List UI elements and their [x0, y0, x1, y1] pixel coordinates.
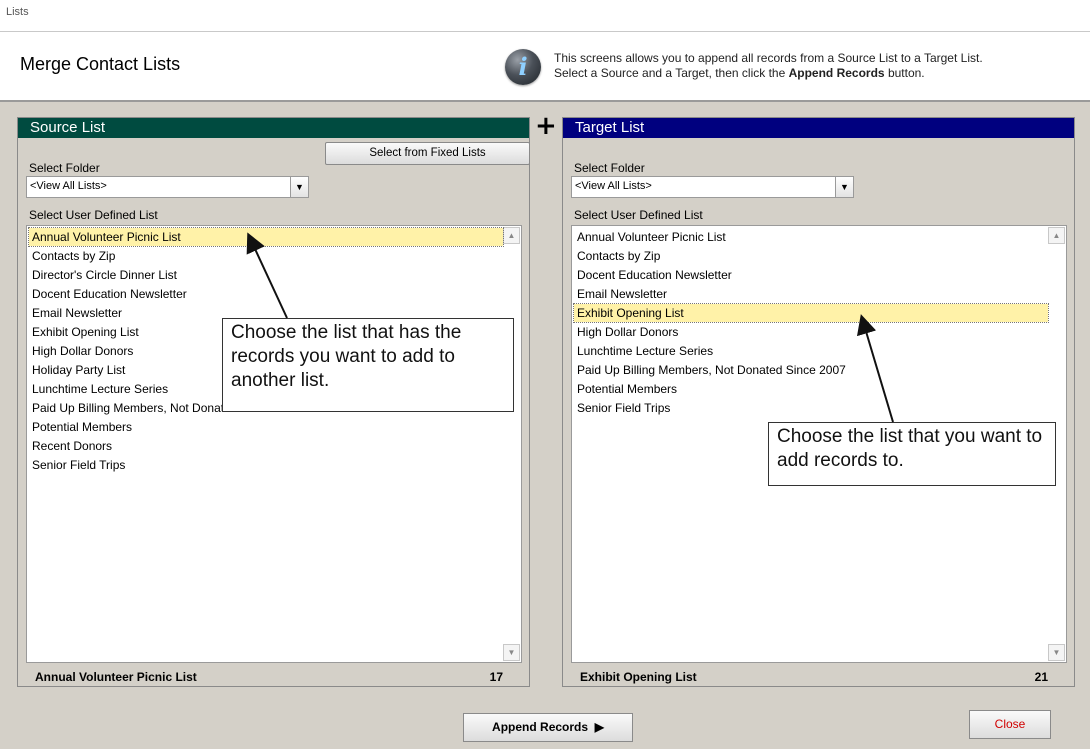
plus-icon: + [535, 111, 557, 141]
list-item[interactable]: Exhibit Opening List [573, 303, 1049, 323]
list-item[interactable]: Recent Donors [29, 437, 503, 455]
target-list-label: Select User Defined List [574, 208, 703, 222]
source-selected-name: Annual Volunteer Picnic List [35, 670, 197, 684]
list-item[interactable]: Docent Education Newsletter [29, 285, 503, 303]
list-item[interactable]: Senior Field Trips [574, 399, 1048, 417]
target-record-count: 21 [1034, 670, 1048, 684]
window-titlebar: Lists [0, 0, 1090, 32]
list-item[interactable]: Paid Up Billing Members, Not Donated Sin… [574, 361, 1048, 379]
play-triangle-icon: ▶ [591, 720, 604, 734]
list-item[interactable]: Contacts by Zip [574, 247, 1048, 265]
source-folder-value: <View All Lists> [30, 180, 107, 192]
source-record-count: 17 [489, 670, 503, 684]
source-callout: Choose the list that has the records you… [222, 318, 514, 412]
list-item[interactable]: Senior Field Trips [29, 456, 503, 474]
list-item[interactable]: Lunchtime Lecture Series [574, 342, 1048, 360]
list-item[interactable]: Annual Volunteer Picnic List [28, 227, 504, 247]
target-callout: Choose the list that you want to add rec… [768, 422, 1056, 486]
list-item[interactable]: Potential Members [29, 418, 503, 436]
scroll-down-icon[interactable]: ▼ [1048, 644, 1065, 661]
source-panel-header: Source List [18, 118, 529, 138]
target-panel: Target List Select Folder <View All List… [562, 117, 1075, 687]
select-fixed-lists-button[interactable]: Select from Fixed Lists [325, 142, 530, 165]
chevron-down-icon[interactable]: ▼ [290, 177, 308, 197]
info-text: This screens allows you to append all re… [554, 51, 1084, 81]
append-records-label: Append Records [492, 720, 589, 734]
list-item[interactable]: Email Newsletter [574, 285, 1048, 303]
list-item[interactable]: Potential Members [574, 380, 1048, 398]
chevron-down-icon[interactable]: ▼ [835, 177, 853, 197]
list-item[interactable]: Director's Circle Dinner List [29, 266, 503, 284]
page-title: Merge Contact Lists [20, 54, 181, 74]
source-folder-select[interactable]: <View All Lists> ▼ [26, 176, 309, 198]
list-item[interactable]: Annual Volunteer Picnic List [574, 228, 1048, 246]
page-header: Merge Contact Lists i This screens allow… [0, 32, 1090, 102]
source-scrollbar[interactable]: ▲ ▼ [503, 227, 520, 661]
info-line-1: This screens allows you to append all re… [554, 51, 983, 65]
target-folder-select[interactable]: <View All Lists> ▼ [571, 176, 854, 198]
source-folder-label: Select Folder [29, 161, 100, 175]
target-folder-label: Select Folder [574, 161, 645, 175]
info-line-2: Select a Source and a Target, then click… [554, 66, 925, 80]
target-folder-value: <View All Lists> [575, 180, 652, 192]
list-item[interactable]: High Dollar Donors [574, 323, 1048, 341]
target-selected-name: Exhibit Opening List [580, 670, 697, 684]
list-item[interactable]: Contacts by Zip [29, 247, 503, 265]
info-icon: i [505, 49, 541, 85]
source-listbox[interactable]: ▲ ▼ Annual Volunteer Picnic List Contacts… [26, 225, 522, 663]
window-title: Lists [6, 6, 29, 18]
scroll-down-icon[interactable]: ▼ [503, 644, 520, 661]
close-button[interactable]: Close [969, 710, 1051, 739]
append-records-button[interactable]: Append Records ▶ [463, 713, 633, 742]
list-item[interactable]: Docent Education Newsletter [574, 266, 1048, 284]
scroll-up-icon[interactable]: ▲ [503, 227, 520, 244]
scroll-up-icon[interactable]: ▲ [1048, 227, 1065, 244]
source-list-label: Select User Defined List [29, 208, 158, 222]
target-panel-header: Target List [563, 118, 1074, 138]
